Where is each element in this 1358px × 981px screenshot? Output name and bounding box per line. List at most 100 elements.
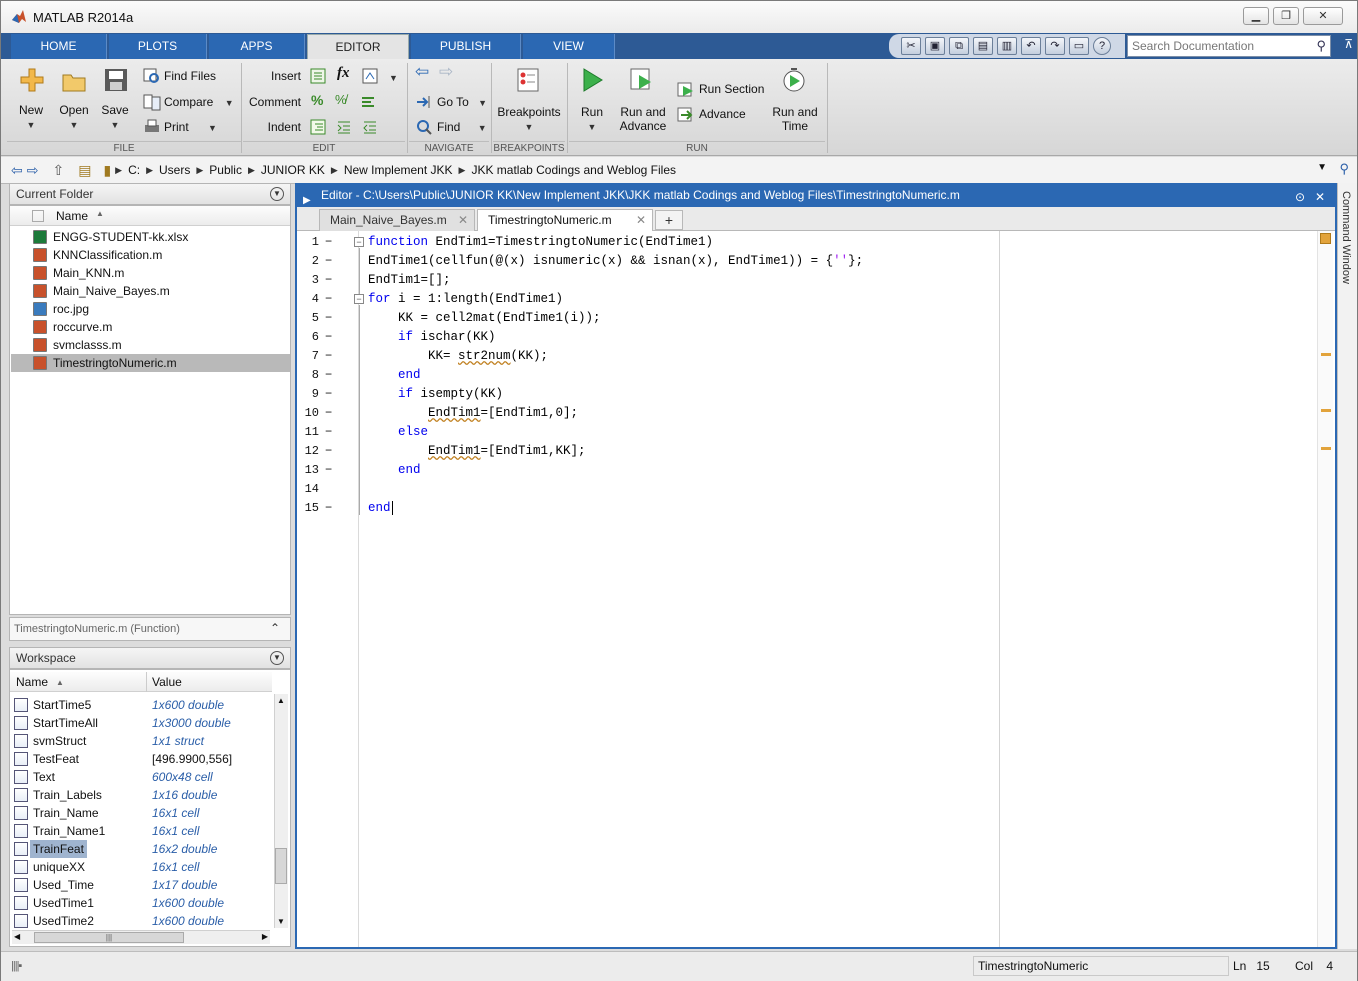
tab-apps[interactable]: APPS [209,34,305,59]
run-play-icon[interactable] [579,67,605,93]
warning-marker[interactable] [1321,447,1331,450]
switch-windows-icon[interactable]: ▭ [1069,37,1089,55]
value-column-header[interactable]: Value [152,675,182,689]
details-panel-header[interactable]: TimestringtoNumeric.m (Function) ⌃ [9,617,291,641]
insert-cell-icon[interactable] [361,67,379,85]
expand-details-icon[interactable]: ⌃ [270,621,280,635]
editor-tab-timestringtonumeric[interactable]: TimestringtoNumeric.m ✕ [477,209,653,231]
editor-close-icon[interactable]: ✕ [1315,187,1325,208]
run-button[interactable]: Run ▼ [571,105,613,134]
search-icon[interactable]: ⚲ [1316,38,1326,54]
workspace-row[interactable]: StartTime5 1x600 double [11,696,273,714]
workspace-row[interactable]: uniqueXX 16x1 cell [11,858,273,876]
search-documentation-input[interactable]: Search Documentation ⚲ [1127,35,1331,57]
workspace-row[interactable]: svmStruct 1x1 struct [11,732,273,750]
workspace-row[interactable]: Train_Name1 16x1 cell [11,822,273,840]
open-button[interactable]: Open ▼ [53,103,95,132]
workspace-row[interactable]: UsedTime1 1x600 double [11,894,273,912]
workspace-row[interactable]: Text 600x48 cell [11,768,273,786]
run-section-button[interactable]: Run Section [699,82,764,96]
find-magnifier-icon[interactable] [415,118,433,136]
scroll-left-icon[interactable]: ◀ [14,932,20,941]
open-folder-icon[interactable] [61,69,87,95]
maximize-button[interactable]: ❐ [1273,7,1299,25]
editor-tab-main-naive-bayes[interactable]: Main_Naive_Bayes.m ✕ [319,209,475,231]
workspace-row[interactable]: Train_Labels 1x16 double [11,786,273,804]
file-list-item[interactable]: roccurve.m [11,318,290,336]
paste-icon[interactable]: ▤ [973,37,993,55]
tab-editor[interactable]: EDITOR [307,34,409,59]
tab-plots[interactable]: PLOTS [109,34,207,59]
new-tab-button[interactable]: + [655,210,683,230]
insert-function-icon[interactable]: fx [337,66,350,81]
go-to-icon[interactable] [415,93,433,111]
horizontal-scroll-thumb[interactable]: ||| [34,932,184,943]
save-icon[interactable] [103,67,129,93]
breadcrumb-c[interactable]: C: [128,163,140,177]
close-window-button[interactable]: ✕ [1303,7,1343,25]
file-list-item[interactable]: ENGG-STUDENT-kk.xlsx [11,228,290,246]
run-and-advance-icon[interactable] [629,67,655,93]
file-list-item[interactable]: roc.jpg [11,300,290,318]
run-and-advance-button[interactable]: Run and Advance [615,105,671,133]
breadcrumb-junior-kk[interactable]: JUNIOR KK [261,163,325,177]
close-tab-icon[interactable]: ✕ [636,210,646,230]
name-column-header[interactable]: Name [16,675,48,689]
message-bar[interactable] [1317,231,1333,947]
compare-button[interactable]: Compare ▼ [164,95,234,110]
editor-actions-icon[interactable]: ⊙ [1295,187,1305,208]
browse-folder-icon[interactable]: ▤ [78,162,91,179]
uncomment-icon[interactable]: %̸ [335,93,347,107]
breakpoints-button[interactable]: Breakpoints ▼ [495,105,563,134]
path-dropdown-icon[interactable]: ▼ [1317,162,1327,173]
new-button[interactable]: New ▼ [11,103,51,132]
advance-button[interactable]: Advance [699,107,746,121]
smart-indent-icon[interactable] [309,118,327,136]
back-icon[interactable]: ⇦ [11,162,23,179]
up-folder-icon[interactable]: ⇧ [52,162,64,179]
find-files-button[interactable]: Find Files [164,69,216,83]
breadcrumb-users[interactable]: Users [159,163,190,177]
search-folder-icon[interactable]: ⚲ [1339,161,1349,177]
go-to-button[interactable]: Go To ▼ [437,95,487,110]
forward-arrow-icon[interactable]: ⇨ [439,63,453,80]
workspace-row[interactable]: UsedTime2 1x600 double [11,912,273,930]
fold-for-icon[interactable]: − [354,294,364,304]
vertical-scroll-thumb[interactable] [275,848,287,884]
advance-icon[interactable] [677,105,695,123]
undo-icon[interactable]: ↶ [1021,37,1041,55]
wrap-comment-icon[interactable] [359,93,377,111]
workspace-row[interactable]: Used_Time 1x17 double [11,876,273,894]
breadcrumb-public[interactable]: Public [209,163,242,177]
print-button[interactable]: Print ▼ [164,120,217,135]
save-icon[interactable]: ▣ [925,37,945,55]
save-button[interactable]: Save ▼ [95,103,135,132]
name-column-header[interactable]: Name ▲ [10,206,290,226]
insert-section-icon[interactable] [309,67,327,85]
cut-icon[interactable]: ✂ [901,37,921,55]
file-list-item[interactable]: svmclasss.m [11,336,290,354]
workspace-row[interactable]: Train_Name 16x1 cell [11,804,273,822]
workspace-row[interactable]: TestFeat [496.9900,556] [11,750,273,768]
warning-marker[interactable] [1321,353,1331,356]
fold-function-icon[interactable]: − [354,237,364,247]
workspace-row[interactable]: StartTimeAll 1x3000 double [11,714,273,732]
tab-publish[interactable]: PUBLISH [411,34,521,59]
print-icon[interactable] [143,118,161,136]
back-arrow-icon[interactable]: ⇦ [415,63,429,80]
breadcrumb-current-folder[interactable]: JKK matlab Codings and Weblog Files [471,163,676,177]
run-and-time-button[interactable]: Run and Time [769,105,821,133]
panel-actions-icon[interactable]: ▼ [270,651,284,665]
scroll-right-icon[interactable]: ▶ [262,932,268,941]
warning-indicator-icon[interactable] [1320,233,1331,244]
breakpoints-icon[interactable] [515,67,541,93]
file-list-item[interactable]: KNNClassification.m [11,246,290,264]
command-window-tab[interactable]: Command Window [1337,183,1357,949]
tab-view[interactable]: VIEW [523,34,615,59]
panel-actions-icon[interactable]: ▼ [270,187,284,201]
file-list-item[interactable]: Main_KNN.m [11,264,290,282]
comment-percent-icon[interactable]: % [311,93,323,107]
workspace-horizontal-scrollbar[interactable]: ◀ ||| ▶ [12,930,270,944]
forward-icon[interactable]: ⇨ [27,162,39,179]
clipboard-icon[interactable]: ▥ [997,37,1017,55]
